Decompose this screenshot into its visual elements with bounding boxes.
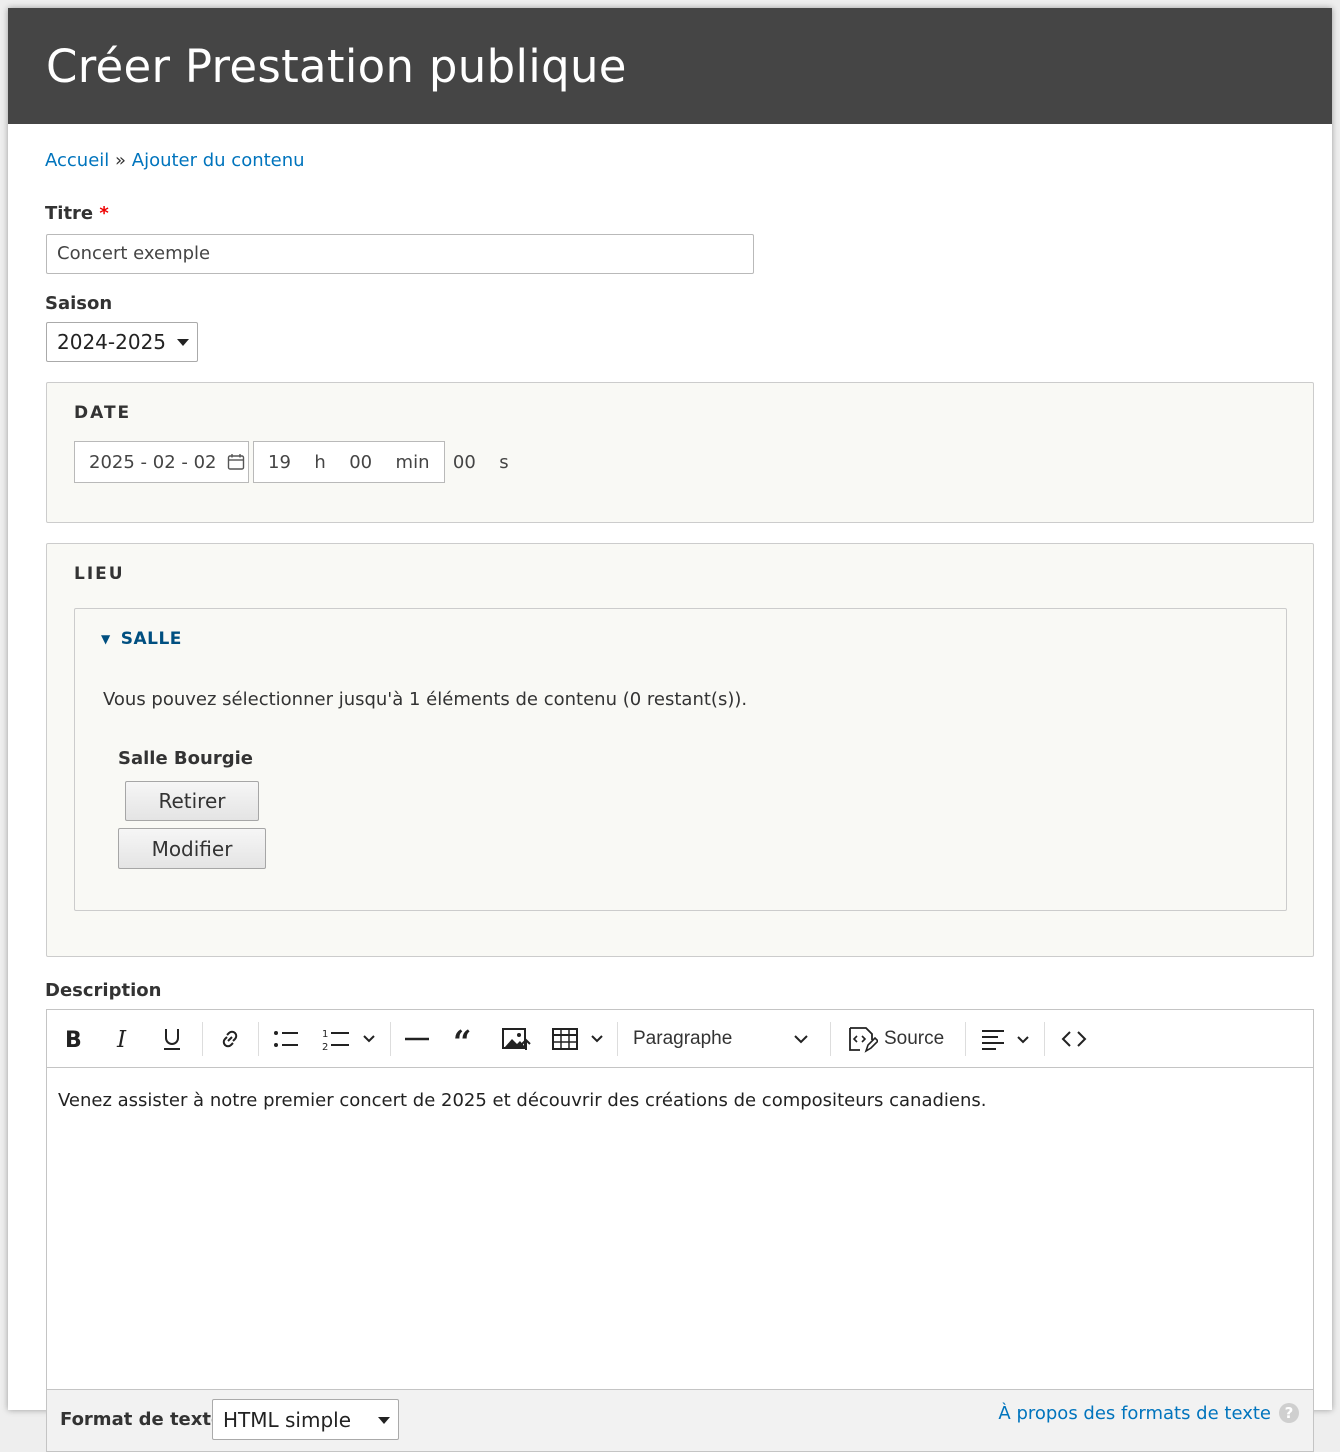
bulleted-list-icon[interactable] bbox=[269, 1024, 303, 1054]
underline-icon[interactable] bbox=[157, 1024, 187, 1054]
date-fieldset: DATE 2025 - 02 - 02 19 h 00 min 00 s bbox=[46, 382, 1314, 523]
text-format-label: Format de texte bbox=[60, 1409, 224, 1430]
chevron-down-icon bbox=[177, 339, 189, 346]
page-header: Créer Prestation publique bbox=[8, 8, 1332, 124]
selected-entity-label: Salle Bourgie bbox=[118, 748, 253, 769]
title-input[interactable]: Concert exemple bbox=[46, 234, 754, 274]
title-label: Titre * bbox=[45, 203, 109, 224]
edit-button[interactable]: Modifier bbox=[118, 828, 266, 869]
text-format-select-value: HTML simple bbox=[223, 1407, 352, 1432]
toolbar-separator bbox=[1044, 1022, 1045, 1056]
toolbar-separator bbox=[617, 1022, 618, 1056]
help-icon[interactable]: ? bbox=[1279, 1403, 1299, 1423]
editor-content[interactable]: Venez assister à notre premier concert d… bbox=[58, 1090, 986, 1111]
chevron-down-icon bbox=[378, 1416, 390, 1424]
horizontal-line-icon[interactable] bbox=[402, 1024, 432, 1054]
page-window: Créer Prestation publique Accueil » Ajou… bbox=[8, 8, 1332, 1452]
toolbar-separator bbox=[965, 1022, 966, 1056]
source-button[interactable]: Source bbox=[846, 1024, 952, 1054]
svg-text:2: 2 bbox=[322, 1042, 328, 1051]
block-quote-icon[interactable]: “ bbox=[451, 1024, 481, 1054]
breadcrumb-separator: » bbox=[115, 150, 127, 171]
required-marker: * bbox=[99, 203, 109, 224]
svg-text:“: “ bbox=[453, 1027, 471, 1051]
heading-select-value: Paragraphe bbox=[633, 1028, 733, 1049]
season-select[interactable]: 2024-2025 bbox=[46, 322, 198, 362]
svg-text:B: B bbox=[65, 1028, 82, 1051]
season-select-value: 2024-2025 bbox=[57, 330, 167, 354]
breadcrumb-home-link[interactable]: Accueil bbox=[45, 150, 109, 171]
chevron-down-icon bbox=[794, 1035, 808, 1044]
toolbar-separator bbox=[830, 1022, 831, 1056]
description-editor: B I 12 “ Paragraphe Source Venez assiste… bbox=[46, 1009, 1314, 1390]
breadcrumb-add-content-link[interactable]: Ajouter du contenu bbox=[132, 150, 305, 171]
title-label-text: Titre bbox=[45, 203, 94, 224]
source-label: Source bbox=[884, 1028, 945, 1049]
salle-info-text: Vous pouvez sélectionner jusqu'à 1 éléme… bbox=[103, 689, 748, 710]
salle-summary-toggle[interactable]: ▼ SALLE bbox=[101, 629, 182, 649]
lieu-fieldset: LIEU ▼ SALLE Vous pouvez sélectionner ju… bbox=[46, 543, 1314, 957]
source-icon bbox=[849, 1027, 878, 1053]
editor-toolbar: B I 12 “ Paragraphe Source bbox=[47, 1010, 1313, 1068]
heading-select[interactable]: Paragraphe bbox=[633, 1024, 813, 1054]
align-icon[interactable] bbox=[979, 1024, 1035, 1054]
season-label: Saison bbox=[45, 293, 113, 314]
svg-text:I: I bbox=[116, 1027, 127, 1051]
triangle-down-icon: ▼ bbox=[101, 632, 111, 646]
description-label: Description bbox=[45, 980, 162, 1001]
remove-button[interactable]: Retirer bbox=[125, 781, 259, 821]
toolbar-separator bbox=[390, 1022, 391, 1056]
breadcrumb: Accueil » Ajouter du contenu bbox=[45, 150, 305, 171]
date-input[interactable]: 2025 - 02 - 02 bbox=[74, 441, 249, 483]
svg-text:1: 1 bbox=[322, 1029, 328, 1040]
lieu-legend: LIEU bbox=[74, 564, 125, 584]
text-format-bar: Format de texte HTML simple À propos des… bbox=[46, 1390, 1314, 1452]
code-icon[interactable] bbox=[1057, 1024, 1091, 1054]
italic-icon[interactable]: I bbox=[108, 1024, 138, 1054]
toolbar-separator bbox=[202, 1022, 203, 1056]
insert-table-icon[interactable] bbox=[551, 1024, 607, 1054]
bold-icon[interactable]: B bbox=[59, 1024, 89, 1054]
numbered-list-icon[interactable]: 12 bbox=[319, 1024, 379, 1054]
calendar-icon[interactable] bbox=[227, 453, 245, 471]
about-text-formats-link[interactable]: À propos des formats de texte bbox=[998, 1403, 1271, 1424]
salle-summary-label: SALLE bbox=[120, 629, 182, 649]
date-value: 2025 - 02 - 02 bbox=[89, 451, 217, 473]
link-icon[interactable] bbox=[215, 1024, 245, 1054]
text-format-select[interactable]: HTML simple bbox=[212, 1399, 399, 1440]
page-title: Créer Prestation publique bbox=[46, 39, 627, 93]
insert-image-icon[interactable] bbox=[499, 1024, 533, 1054]
date-legend: DATE bbox=[74, 403, 132, 423]
toolbar-separator bbox=[258, 1022, 259, 1056]
salle-details: ▼ SALLE Vous pouvez sélectionner jusqu'à… bbox=[74, 608, 1287, 911]
time-input[interactable]: 19 h 00 min 00 s bbox=[253, 441, 509, 483]
